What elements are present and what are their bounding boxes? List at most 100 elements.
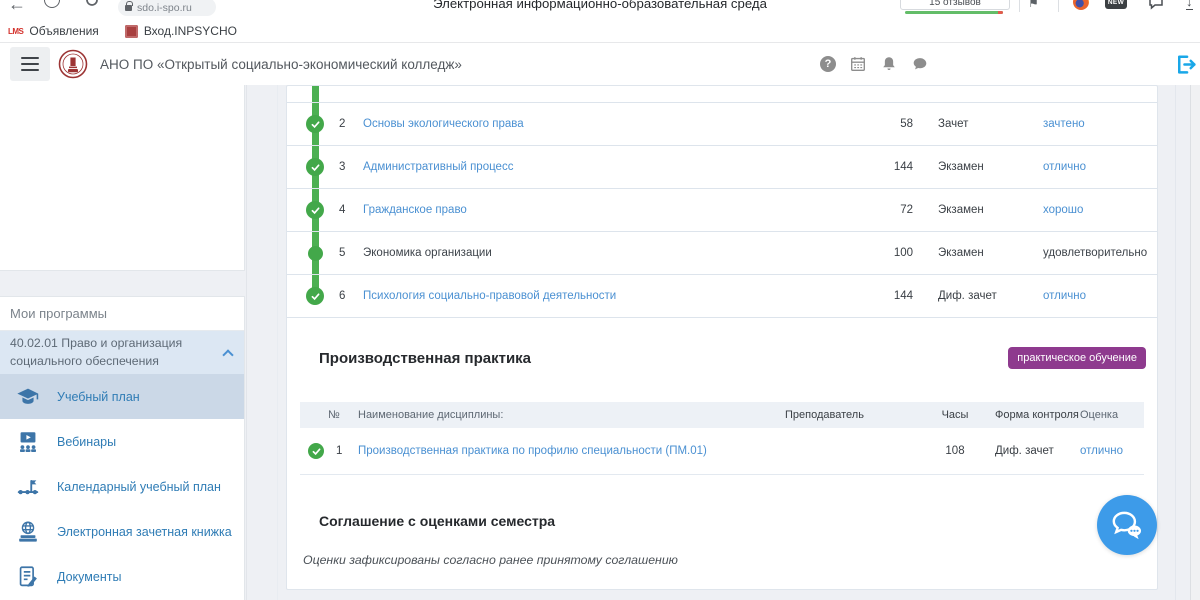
lock-icon (125, 5, 132, 11)
col-grade: Оценка (1080, 409, 1134, 421)
chevron-up-icon (222, 349, 233, 360)
discipline-link[interactable]: Административный процесс (363, 161, 513, 173)
url-text: sdo.i-spo.ru (137, 2, 192, 14)
discipline-link[interactable]: Гражданское право (363, 204, 467, 216)
discipline-link[interactable]: Основы экологического права (363, 118, 524, 130)
control-form: Экзамен (913, 247, 1018, 259)
address-bar[interactable]: sdo.i-spo.ru (118, 0, 216, 16)
sidebar-item-webinars[interactable]: Вебинары (0, 419, 244, 464)
bookmark-announcements[interactable]: LMS Объявления (8, 24, 99, 38)
hours-value: 144 (861, 290, 913, 302)
firefox-icon[interactable] (1073, 0, 1089, 10)
row-number: 6 (331, 290, 363, 302)
check-icon (306, 115, 324, 133)
sidebar-item-gradebook[interactable]: Электронная зачетная книжка (0, 509, 244, 554)
milestones-icon (15, 474, 41, 500)
bookmarks-bar: LMS Объявления Вход.INPSYCHO (0, 20, 1200, 43)
chat-icon[interactable] (911, 55, 929, 73)
row-number: 3 (331, 161, 363, 173)
page-title: Электронная информационно-образовательна… (433, 0, 767, 11)
reviews-extension-badge[interactable]: 15 отзывов (900, 0, 1010, 10)
sidebar-item-curriculum[interactable]: Учебный план (0, 374, 244, 419)
webinar-icon (15, 429, 41, 455)
chat-bubbles-icon (1108, 506, 1146, 544)
check-icon (306, 201, 324, 219)
control-form: Диф. зачет (980, 445, 1080, 457)
feedback-chat-icon[interactable] (1148, 0, 1164, 10)
inpsycho-favicon (125, 25, 138, 38)
table-row: 1 Производственная практика по профилю с… (300, 428, 1144, 475)
practice-table: № Наименование дисциплины: Преподаватель… (300, 402, 1144, 475)
grade-link[interactable]: отлично (1018, 161, 1143, 173)
col-discipline: Наименование дисциплины: (358, 409, 760, 421)
curriculum-panel: 2 Основы экологического права 58 Зачет з… (286, 85, 1158, 590)
practice-table-header: № Наименование дисциплины: Преподаватель… (300, 402, 1144, 428)
row-number: 2 (331, 118, 363, 130)
control-form: Экзамен (913, 161, 1018, 173)
check-icon (306, 287, 324, 305)
row-number: 1 (328, 445, 358, 457)
calendar-icon[interactable] (849, 55, 867, 73)
hours-value: 108 (930, 445, 980, 457)
support-chat-button[interactable] (1097, 495, 1157, 555)
discipline-name: Экономика организации (363, 247, 861, 259)
dot-icon (308, 246, 323, 261)
sidebar-program-item[interactable]: 40.02.01 Право и организация социального… (0, 331, 244, 374)
bookmark-flag-icon[interactable]: ⚑ (1028, 0, 1039, 10)
org-title: АНО ПО «Открытый социально-экономический… (100, 43, 462, 85)
sidebar-item-documents[interactable]: Документы (0, 554, 244, 599)
col-hours: Часы (930, 409, 980, 421)
agreement-note: Оценки зафиксированы согласно ранее прин… (303, 553, 1157, 567)
sidebar-item-calendar-plan[interactable]: Календарный учебный план (0, 464, 244, 509)
content-divider (277, 85, 278, 600)
control-form: Экзамен (913, 204, 1018, 216)
hours-value: 72 (861, 204, 913, 216)
bell-icon[interactable] (880, 55, 898, 73)
logout-icon[interactable] (1173, 52, 1198, 77)
control-form: Зачет (913, 118, 1018, 130)
control-form: Диф. зачет (913, 290, 1018, 302)
hours-value: 100 (861, 247, 913, 259)
col-number: № (328, 409, 358, 421)
reviews-progress-bar (905, 11, 1003, 14)
discipline-link[interactable]: Психология социально-правовой деятельнос… (363, 290, 616, 302)
globe-books-icon (15, 519, 41, 545)
hours-value: 144 (861, 161, 913, 173)
practice-section-title: Производственная практика (319, 350, 531, 367)
col-control-form: Форма контроля (980, 409, 1080, 421)
grade-link[interactable]: отлично (1018, 290, 1143, 302)
sidebar: Мои программы 40.02.01 Право и организац… (0, 296, 245, 600)
disciplines-table: 2 Основы экологического права 58 Зачет з… (287, 102, 1157, 318)
help-icon[interactable]: ? (820, 56, 836, 72)
sidebar-empty-panel (0, 85, 245, 271)
bookmark-inpsycho[interactable]: Вход.INPSYCHO (107, 24, 237, 38)
document-pen-icon (15, 564, 41, 590)
grade-link[interactable]: хорошо (1018, 204, 1143, 216)
discipline-link[interactable]: Производственная практика по профилю спе… (358, 445, 760, 457)
window-scrollbar[interactable] (1190, 85, 1200, 600)
agreement-section-title: Соглашение с оценками семестра (319, 513, 1157, 529)
grade-link[interactable]: зачтено (1018, 118, 1143, 130)
practical-training-badge: практическое обучение (1008, 347, 1146, 369)
browser-back-icon[interactable]: ← (8, 0, 26, 15)
table-row: 6 Психология социально-правовой деятельн… (287, 275, 1157, 318)
row-number: 4 (331, 204, 363, 216)
toolbar-separator (1019, 0, 1020, 12)
table-row: 5 Экономика организации 100 Экзамен удов… (287, 232, 1157, 275)
new-extension-badge[interactable]: NEW (1105, 0, 1127, 9)
row-number: 5 (331, 247, 363, 259)
college-logo (57, 48, 89, 80)
sidebar-divider (246, 85, 247, 600)
col-teacher: Преподаватель (760, 409, 930, 421)
grade-value: удовлетворительно (1018, 247, 1143, 259)
grade-link[interactable]: отлично (1080, 445, 1134, 457)
app-header: АНО ПО «Открытый социально-экономический… (0, 43, 1200, 85)
check-icon (308, 443, 324, 459)
browser-reload-icon[interactable] (84, 0, 100, 8)
table-row: 3 Административный процесс 144 Экзамен о… (287, 146, 1157, 189)
table-row: 4 Гражданское право 72 Экзамен хорошо (287, 189, 1157, 232)
browser-extension-icon[interactable] (44, 0, 60, 8)
download-icon[interactable]: ↓ (1186, 0, 1193, 10)
hamburger-menu-button[interactable] (10, 47, 50, 81)
check-icon (306, 158, 324, 176)
